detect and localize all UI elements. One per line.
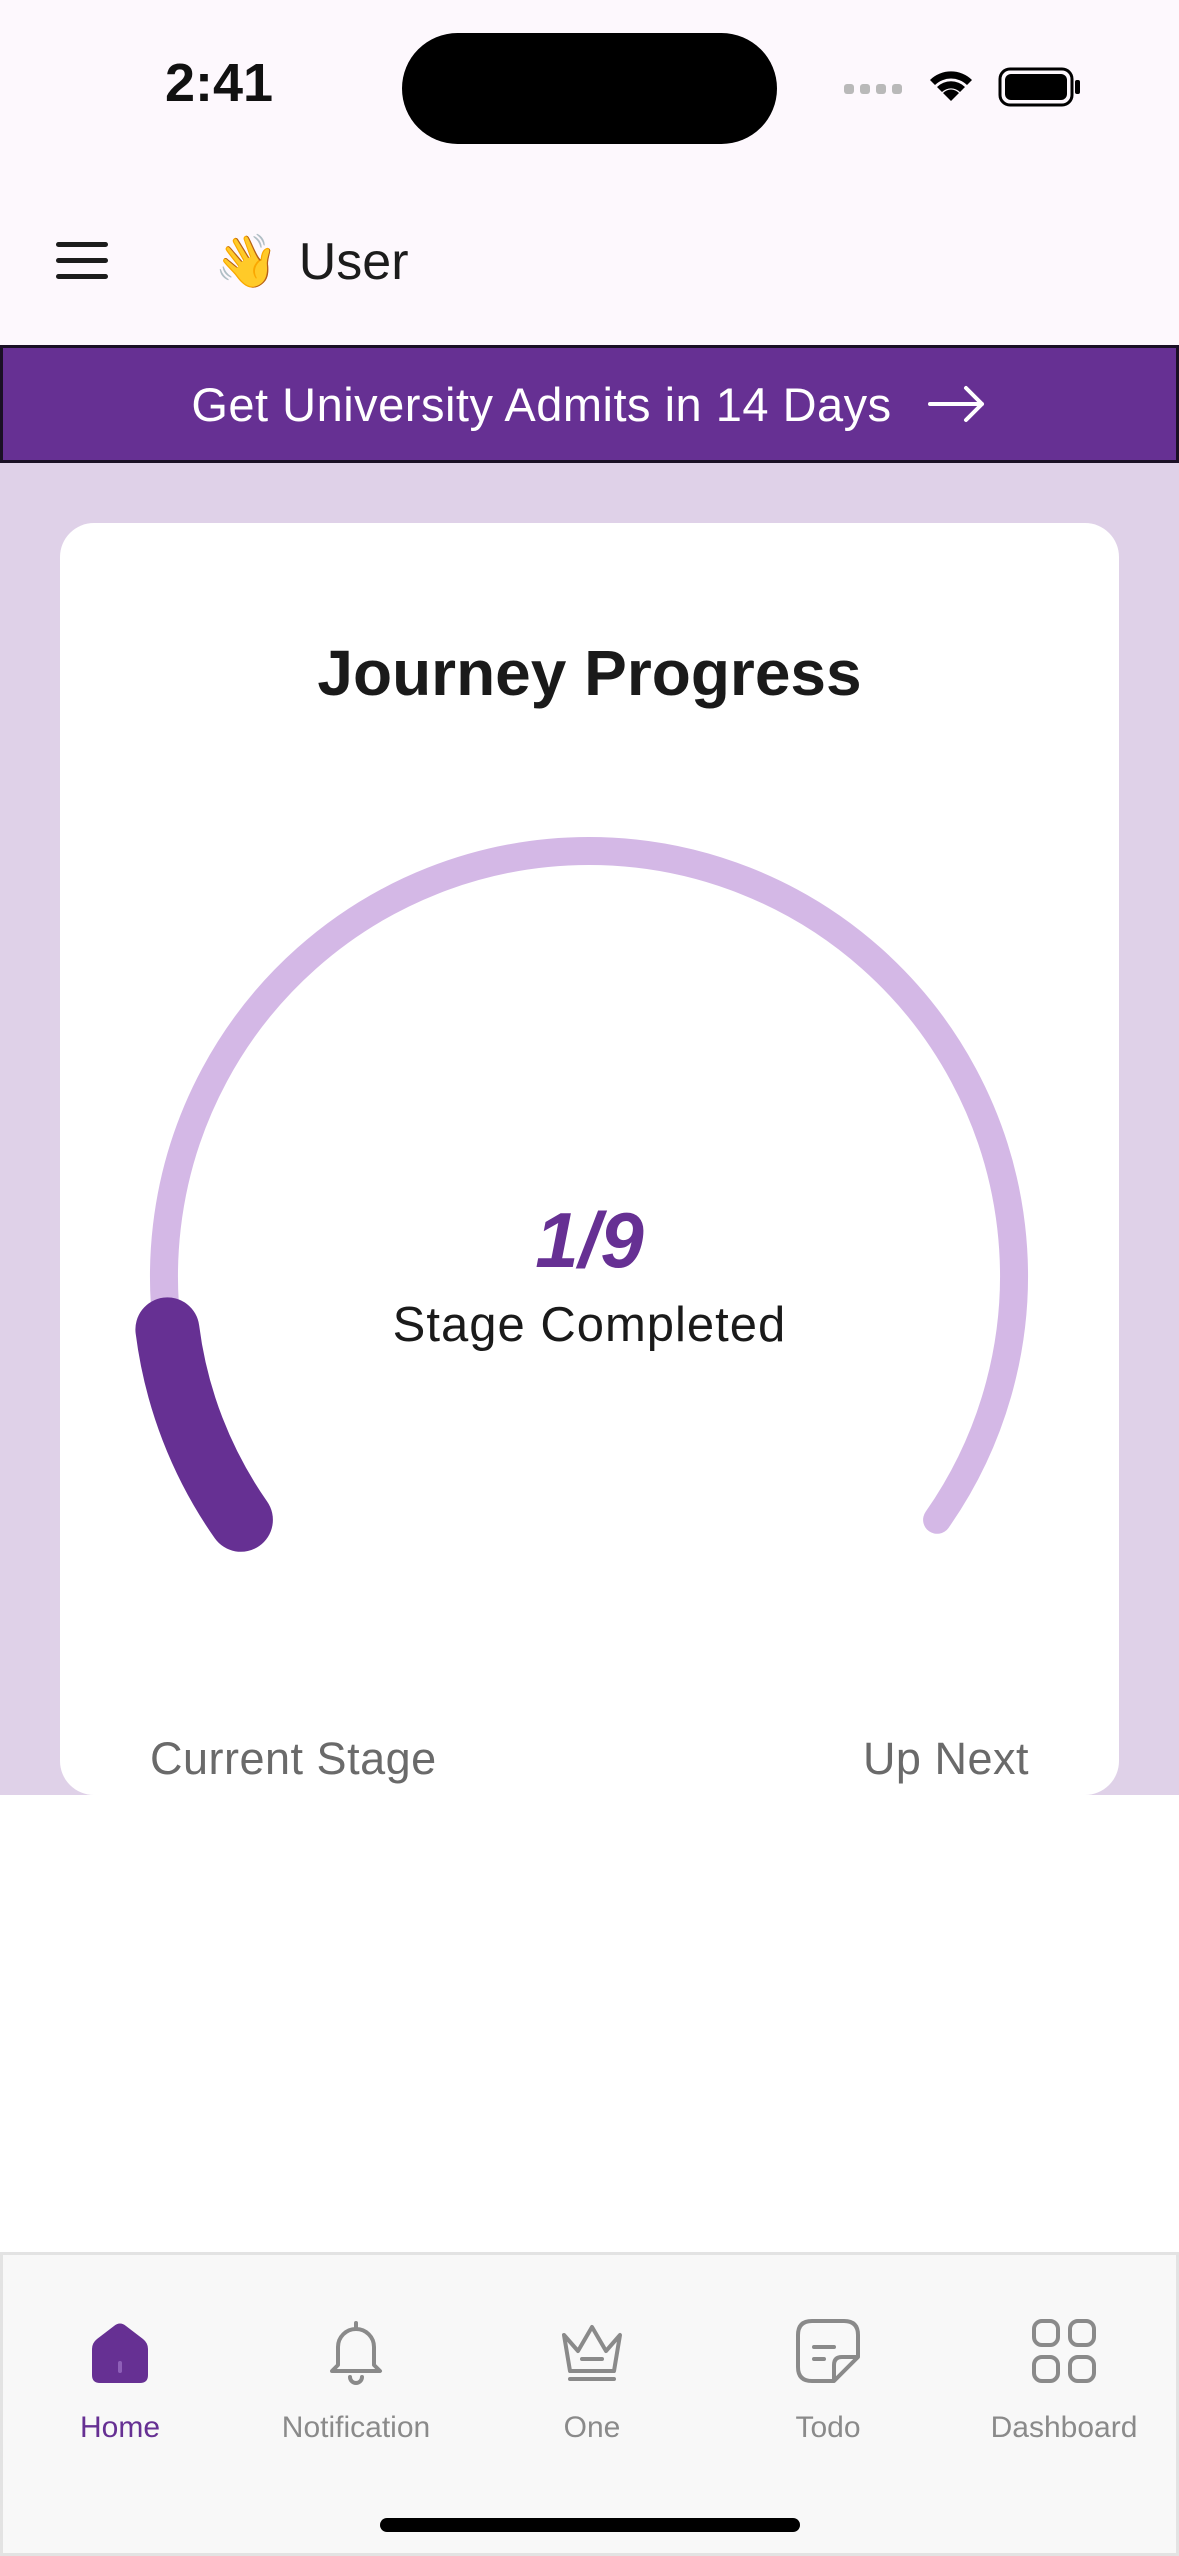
- promo-banner-text: Get University Admits in 14 Days: [191, 377, 892, 431]
- progress-value: 1/9: [535, 1196, 644, 1284]
- arrow-right-icon: [927, 386, 984, 422]
- tab-label-dashboard: Dashboard: [990, 2411, 1138, 2444]
- home-icon: [92, 2323, 148, 2383]
- status-time: 2:41: [165, 53, 274, 113]
- journey-progress-card: Journey Progress 1/9 Stage Completed Cur…: [60, 523, 1119, 1795]
- tab-todo[interactable]: Todo: [728, 2315, 928, 2465]
- tab-label-one: One: [563, 2411, 621, 2444]
- wave-icon: 👋: [214, 232, 279, 292]
- tab-label-home: Home: [79, 2411, 161, 2444]
- bell-icon: [330, 2321, 382, 2385]
- menu-button[interactable]: [52, 236, 114, 286]
- status-icons: [844, 67, 1080, 107]
- greeting: 👋 User: [214, 232, 409, 292]
- crown-icon: [562, 2325, 622, 2381]
- tab-label-todo: Todo: [795, 2411, 861, 2444]
- note-icon: [796, 2319, 860, 2383]
- wifi-icon: [930, 71, 972, 101]
- user-name: User: [298, 233, 409, 291]
- menu-icon: [56, 242, 108, 247]
- progress-gauge: [135, 836, 1028, 1552]
- promo-banner[interactable]: Get University Admits in 14 Days: [0, 345, 1179, 463]
- tab-dashboard[interactable]: Dashboard: [964, 2315, 1164, 2465]
- tab-notification[interactable]: Notification: [256, 2315, 456, 2465]
- tab-one[interactable]: One: [492, 2315, 692, 2465]
- signal-icon: [844, 84, 902, 94]
- progress-label: Stage Completed: [392, 1298, 787, 1352]
- tab-label-notification: Notification: [281, 2411, 431, 2444]
- home-indicator: [380, 2518, 800, 2532]
- gauge-fill: [135, 1297, 273, 1552]
- tab-bar: Home Notification One Todo Dashboard: [0, 2252, 1179, 2556]
- gauge-track: [150, 836, 1028, 1534]
- tab-home[interactable]: Home: [20, 2315, 220, 2465]
- battery-icon: [998, 67, 1080, 107]
- up-next-label: Up Next: [862, 1733, 1029, 1784]
- dynamic-island: [402, 33, 777, 144]
- current-stage-label: Current Stage: [150, 1733, 437, 1784]
- grid-icon: [1032, 2319, 1096, 2383]
